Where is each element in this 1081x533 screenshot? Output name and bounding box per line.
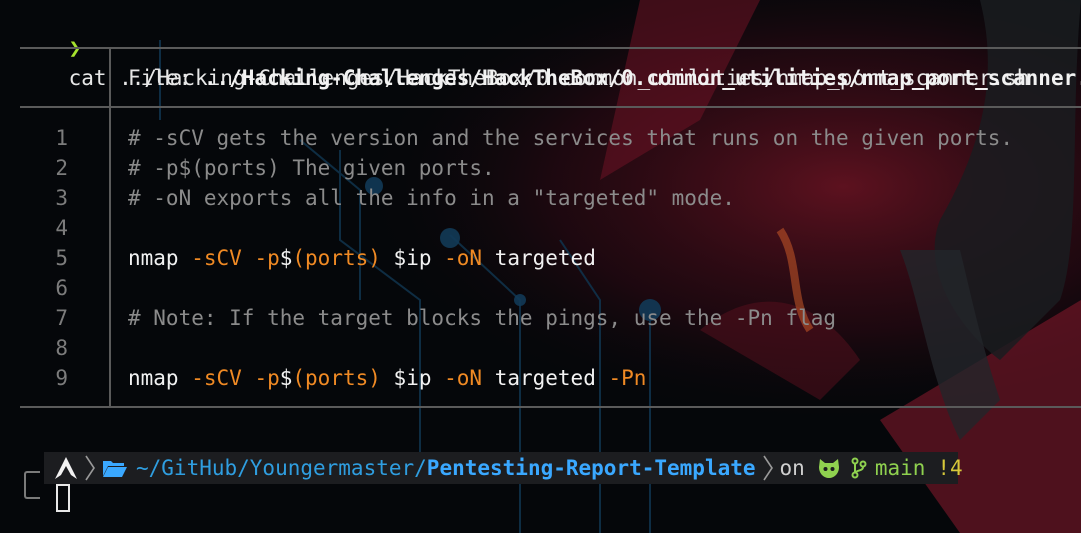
line-number: 6 [55,276,68,300]
cwd-path-prefix: ~/GitHub/Youngermaster/ [136,456,427,480]
token-flag: -oN [444,246,495,270]
prompt-bracket [24,471,40,499]
line-number: 8 [55,336,68,360]
token-variable: $ip [393,246,445,270]
line-number: 5 [55,246,68,270]
token-flag: -Pn [608,366,647,390]
viewer-header-border [20,106,1081,108]
git-dirty-count: !4 [937,456,963,480]
token-flag: -p [254,246,280,270]
token-arg: targeted [494,366,609,390]
token-flag: -p [254,366,280,390]
arch-linux-icon [54,456,78,480]
token-dollar: $ [279,366,293,390]
segment-separator-icon [762,454,774,482]
prompt-status-bar: ~/GitHub/Youngermaster/Pentesting-Report… [44,452,963,484]
file-header-label: File: [128,66,204,90]
token-subst: (ports) [292,366,394,390]
token-flag: -oN [444,366,495,390]
viewer-bottom-border [20,406,1081,408]
segment-separator-icon [84,454,96,482]
file-header-path: ../Hacking-Challenges/HackTheBox/0.commo… [203,66,1081,90]
line-number: 1 [55,126,68,150]
token-command: nmap [128,366,192,390]
viewer-header-divider [109,47,111,107]
git-branch-name: main [874,456,926,480]
git-branch-icon [851,457,867,479]
on-label: on [779,456,805,480]
token-dollar: $ [279,246,293,270]
viewer-top-border [20,47,1081,49]
github-icon [817,457,841,479]
token-subst: (ports) [292,246,394,270]
code-line-comment: # -sCV gets the version and the services… [128,126,1014,150]
cwd-repo-name: Pentesting-Report-Template [426,456,756,480]
code-line-comment: # Note: If the target blocks the pings, … [128,306,837,330]
folder-open-icon [102,458,128,478]
line-number: 7 [55,306,68,330]
viewer-gutter-divider [109,107,111,407]
token-arg: targeted [494,246,596,270]
code-line-command: nmap -sCV -p$(ports) $ip -oN targeted [128,243,596,273]
line-number: 9 [55,366,68,390]
line-number: 2 [55,156,68,180]
token-flag: -sCV [191,246,255,270]
token-command: nmap [128,246,192,270]
line-number: 3 [55,186,68,210]
terminal-window: ❯ cat ../Hacking-Challenges/HackTheBox/0… [0,0,1081,533]
code-line-comment: # -oN exports all the info in a "targete… [128,186,735,210]
line-number: 4 [55,216,68,240]
code-line-command: nmap -sCV -p$(ports) $ip -oN targeted -P… [128,363,646,393]
file-header: File: ../Hacking-Challenges/HackTheBox/0… [128,63,1081,93]
token-flag: -sCV [191,366,255,390]
terminal-cursor[interactable] [56,484,70,512]
code-line-comment: # -p$(ports) The given ports. [128,156,495,180]
token-variable: $ip [393,366,445,390]
